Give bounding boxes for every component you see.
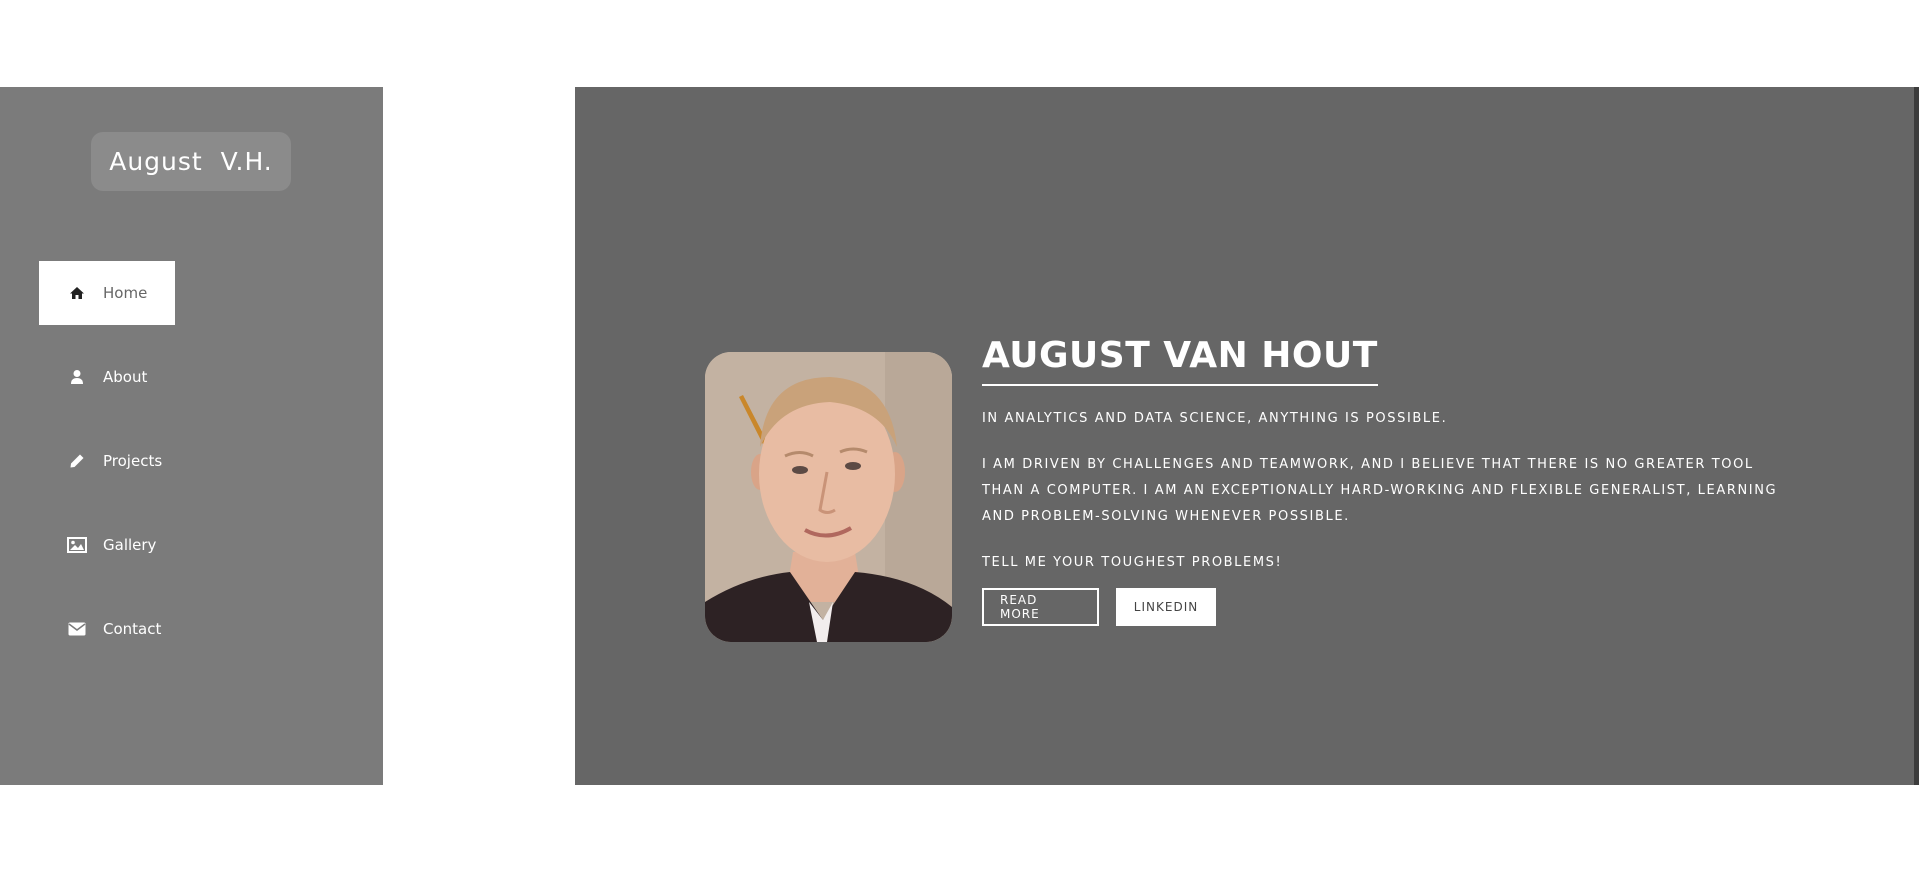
hero-description: I AM DRIVEN BY CHALLENGES AND TEAMWORK, …: [982, 457, 1778, 524]
sidebar-nav: Home About Projects Gallery Contact: [39, 261, 359, 681]
image-icon: [67, 535, 87, 555]
sidebar-item-contact[interactable]: Contact: [39, 597, 175, 661]
page: August V.H. Home About Projects Gallery …: [0, 0, 1919, 871]
hero-tagline: IN ANALYTICS AND DATA SCIENCE, ANYTHING …: [982, 411, 1448, 426]
hero-section: AUGUST VAN HOUT IN ANALYTICS AND DATA SC…: [575, 87, 1914, 785]
read-more-button[interactable]: READ MORE: [982, 588, 1099, 626]
sidebar-item-about[interactable]: About: [39, 345, 175, 409]
profile-photo: [705, 352, 952, 642]
home-icon: [67, 283, 87, 303]
linkedin-button[interactable]: LINKEDIN: [1116, 588, 1216, 626]
hero-right-edge: [1914, 87, 1919, 785]
hero-content: AUGUST VAN HOUT IN ANALYTICS AND DATA SC…: [982, 332, 1812, 626]
site-logo-text: August V.H.: [109, 147, 273, 176]
sidebar-item-label: Home: [103, 284, 148, 302]
envelope-icon: [67, 619, 87, 639]
sidebar-item-label: About: [103, 368, 148, 386]
sidebar-item-label: Contact: [103, 620, 162, 638]
site-logo[interactable]: August V.H.: [91, 132, 291, 191]
page-title: AUGUST VAN HOUT: [982, 332, 1378, 386]
sidebar-item-gallery[interactable]: Gallery: [39, 513, 175, 577]
pencil-icon: [67, 451, 87, 471]
hero-cta-text: TELL ME YOUR TOUGHEST PROBLEMS!: [982, 555, 1283, 570]
sidebar-item-home[interactable]: Home: [39, 261, 175, 325]
hero-buttons: READ MORE LINKEDIN: [982, 588, 1812, 626]
sidebar-item-projects[interactable]: Projects: [39, 429, 175, 493]
sidebar: August V.H. Home About Projects Gallery …: [0, 87, 383, 785]
user-icon: [67, 367, 87, 387]
sidebar-item-label: Gallery: [103, 536, 157, 554]
sidebar-item-label: Projects: [103, 452, 163, 470]
